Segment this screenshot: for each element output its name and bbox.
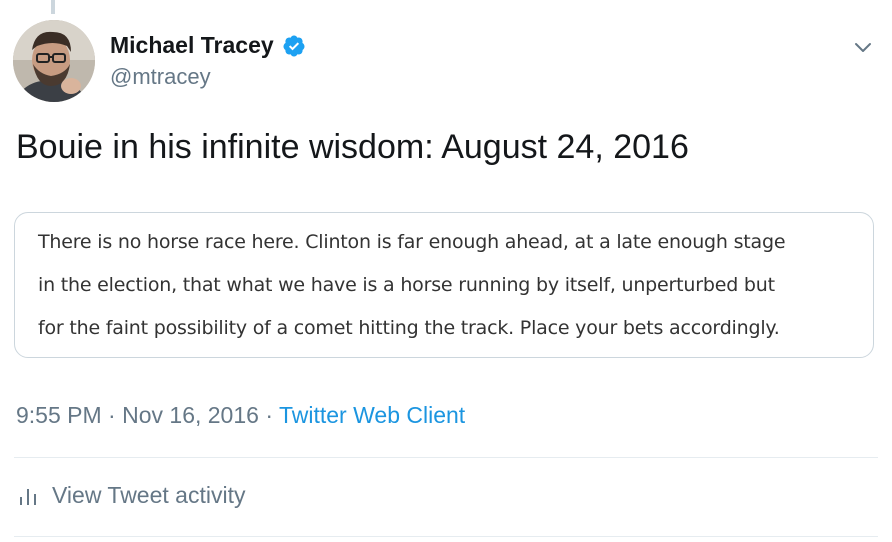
view-tweet-activity-button[interactable]: View Tweet activity [18,482,245,509]
author-display-name[interactable]: Michael Tracey [110,32,274,59]
author-name-row[interactable]: Michael Tracey [110,32,306,59]
avatar[interactable] [13,20,95,102]
tweet-meta: 9:55 PM · Nov 16, 2016 · Twitter Web Cli… [16,402,465,429]
tweet-source-link[interactable]: Twitter Web Client [279,402,465,428]
quoted-image-card[interactable]: There is no horse race here. Clinton is … [14,212,874,358]
meta-separator: · [108,402,116,428]
author-handle[interactable]: @mtracey [110,64,211,90]
divider [14,536,878,537]
verified-badge-icon [283,35,305,56]
chevron-down-icon[interactable] [852,36,874,58]
quote-line: There is no horse race here. Clinton is … [38,231,786,253]
tweet-time[interactable]: 9:55 PM [16,402,102,428]
quote-line: for the faint possibility of a comet hit… [38,317,780,339]
bar-chart-icon [20,488,36,505]
view-tweet-activity-label[interactable]: View Tweet activity [52,482,245,509]
meta-separator: · [265,402,273,428]
avatar-image [13,20,95,102]
quote-line: in the election, that what we have is a … [38,274,775,296]
thread-connector-line [51,0,55,14]
divider [14,457,878,458]
tweet-text: Bouie in his infinite wisdom: August 24,… [16,128,689,166]
tweet-date[interactable]: Nov 16, 2016 [122,402,259,428]
